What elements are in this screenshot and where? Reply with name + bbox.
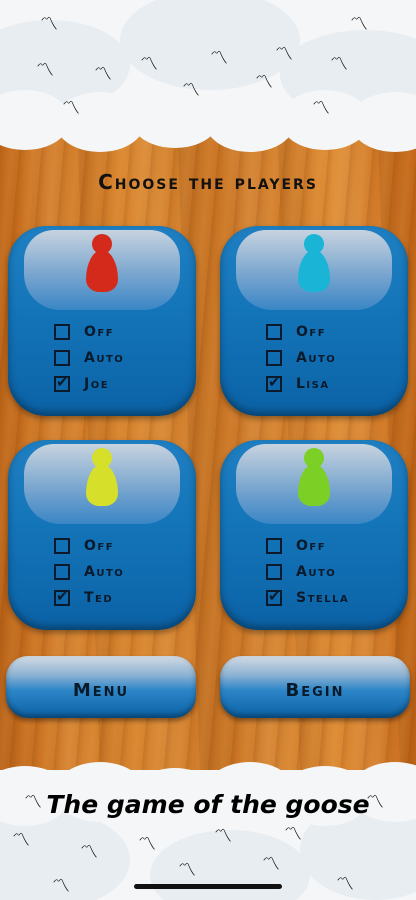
pawn-icon xyxy=(298,448,330,508)
player2-option-auto[interactable]: Auto xyxy=(266,348,336,368)
bird-icon: 〽 xyxy=(80,842,98,863)
player-panel-yellow: Off Auto Ted xyxy=(8,440,196,630)
option-label: Auto xyxy=(84,564,125,580)
option-label: Joe xyxy=(84,376,110,392)
bird-icon: 〽 xyxy=(178,860,196,881)
option-label: Auto xyxy=(296,564,337,580)
bird-icon: 〽 xyxy=(262,854,280,875)
option-label: Off xyxy=(296,324,327,340)
player2-option-off[interactable]: Off xyxy=(266,322,326,342)
bird-icon: 〽 xyxy=(255,72,273,93)
checkbox-icon[interactable] xyxy=(266,587,282,606)
menu-button-label: Menu xyxy=(72,679,130,701)
player-panel-cyan: Off Auto Lisa xyxy=(220,226,408,416)
bird-icon: 〽 xyxy=(40,14,58,35)
checkbox-icon[interactable] xyxy=(54,538,70,554)
game-title: The game of the goose xyxy=(46,790,370,819)
checkbox-icon[interactable] xyxy=(54,564,70,580)
checkbox-icon[interactable] xyxy=(266,538,282,554)
checkbox-icon[interactable] xyxy=(54,587,70,606)
begin-button[interactable]: Begin xyxy=(220,656,410,718)
menu-button[interactable]: Menu xyxy=(6,656,196,718)
bird-icon: 〽 xyxy=(275,44,293,65)
bird-icon: 〽 xyxy=(336,874,354,895)
option-label: Ted xyxy=(84,590,114,606)
cloud-edge-bottom xyxy=(0,752,416,828)
bird-icon: 〽 xyxy=(182,80,200,101)
pawn-icon xyxy=(298,234,330,294)
checkbox-icon[interactable] xyxy=(54,324,70,340)
option-label: Off xyxy=(84,538,115,554)
player1-option-name[interactable]: Joe xyxy=(54,373,110,394)
player4-option-off[interactable]: Off xyxy=(266,536,326,556)
player2-option-name[interactable]: Lisa xyxy=(266,373,330,394)
checkbox-icon[interactable] xyxy=(54,373,70,392)
option-label: Off xyxy=(84,324,115,340)
bird-icon: 〽 xyxy=(366,792,384,813)
player-panel-green: Off Auto Stella xyxy=(220,440,408,630)
pawn-icon xyxy=(86,448,118,508)
player3-option-off[interactable]: Off xyxy=(54,536,114,556)
checkbox-icon[interactable] xyxy=(266,324,282,340)
bird-icon: 〽 xyxy=(52,876,70,897)
checkbox-icon[interactable] xyxy=(266,373,282,392)
bird-icon: 〽 xyxy=(284,824,302,845)
player1-option-off[interactable]: Off xyxy=(54,322,114,342)
bird-icon: 〽 xyxy=(24,792,42,813)
player1-option-auto[interactable]: Auto xyxy=(54,348,124,368)
bird-icon: 〽 xyxy=(140,54,158,75)
option-label: Lisa xyxy=(296,376,330,392)
home-indicator[interactable] xyxy=(134,884,282,889)
checkbox-icon[interactable] xyxy=(266,564,282,580)
option-label: Auto xyxy=(84,350,125,366)
player3-option-auto[interactable]: Auto xyxy=(54,562,124,582)
player4-option-auto[interactable]: Auto xyxy=(266,562,336,582)
option-label: Off xyxy=(296,538,327,554)
player3-option-name[interactable]: Ted xyxy=(54,587,114,608)
bird-icon: 〽 xyxy=(330,54,348,75)
begin-button-label: Begin xyxy=(285,679,345,701)
bird-icon: 〽 xyxy=(312,98,330,119)
bird-icon: 〽 xyxy=(62,98,80,119)
bird-icon: 〽 xyxy=(12,830,30,851)
bird-icon: 〽 xyxy=(210,48,228,69)
bird-icon: 〽 xyxy=(36,60,54,81)
bird-icon: 〽 xyxy=(214,826,232,847)
bird-icon: 〽 xyxy=(350,14,368,35)
player4-option-name[interactable]: Stella xyxy=(266,587,350,608)
option-label: Stella xyxy=(296,590,350,606)
checkbox-icon[interactable] xyxy=(54,350,70,366)
option-label: Auto xyxy=(296,350,337,366)
pawn-icon xyxy=(86,234,118,294)
checkbox-icon[interactable] xyxy=(266,350,282,366)
bird-icon: 〽 xyxy=(94,64,112,85)
player-panel-red: Off Auto Joe xyxy=(8,226,196,416)
bird-icon: 〽 xyxy=(138,834,156,855)
page-title: Choose the players xyxy=(98,170,318,194)
